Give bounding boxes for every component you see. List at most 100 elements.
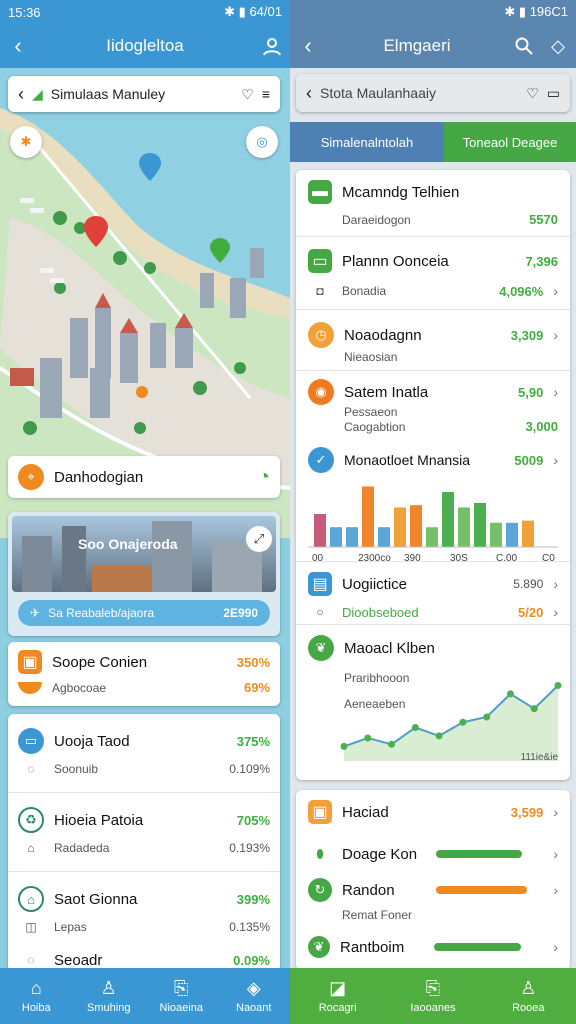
- target-icon: ◉: [308, 379, 334, 405]
- list-item-sub-row: ⌂ Radadeda 0.193%: [18, 841, 270, 855]
- item-title: Plannn Oonceia: [342, 252, 449, 270]
- share-icon[interactable]: ◇: [540, 36, 576, 57]
- summary-value: 3,599: [510, 804, 544, 820]
- chevron-right-icon[interactable]: ›: [553, 283, 558, 299]
- summary-item[interactable]: ❦ Rantboim ›: [296, 932, 570, 962]
- tab-degree[interactable]: Toneaol Deagee: [444, 122, 576, 162]
- search-bar[interactable]: ‹ ◢ Simulaas Manuley ♡ ≡: [8, 76, 280, 112]
- heart-icon[interactable]: ♡: [241, 86, 254, 103]
- item-row: ▤ Uogiictice 5.890 ›: [308, 572, 558, 596]
- chevron-right-icon[interactable]: ›: [553, 939, 558, 955]
- list-item[interactable]: ▬ Mcamndg Telhien Daraeidogon 5570: [296, 170, 570, 236]
- list-item[interactable]: ⌂ Saot Gionna 399% ◫ Lepas 0.135%: [8, 872, 280, 950]
- chevron-right-icon[interactable]: ›: [553, 327, 558, 343]
- item-sub2-value: 3,000: [525, 419, 558, 434]
- list-item[interactable]: ▤ Uogiictice 5.890 › ○ Dioobseboed 5/20 …: [296, 562, 570, 624]
- nav-issues[interactable]: ⎘ Iaooanes: [385, 968, 480, 1024]
- list-item[interactable]: ♻ Hioeia Patoia 705% ⌂ Radadeda 0.193%: [8, 793, 280, 871]
- chevron-right-icon[interactable]: ›: [553, 576, 558, 592]
- truck-icon: ▬: [308, 180, 332, 204]
- photo-pill[interactable]: ✈ Sa Reabaleb/ajaora 2E990: [18, 600, 270, 626]
- bar-chart-tick-label: 00: [312, 553, 324, 564]
- photo-card[interactable]: Soo Onajeroda ⤢ ✈ Sa Reabaleb/ajaora 2E9…: [8, 512, 280, 636]
- summary-title: Rantboim: [340, 938, 405, 956]
- locate-button[interactable]: ◎: [246, 126, 278, 158]
- item-sub-value: 4,096%: [499, 283, 544, 299]
- heart-icon[interactable]: ♡: [526, 85, 539, 102]
- chevron-right-icon[interactable]: ›: [553, 846, 558, 862]
- chevron-right-icon[interactable]: ›: [553, 882, 558, 898]
- search-icon[interactable]: [508, 37, 540, 55]
- nav-simulation[interactable]: ♙ Smuhing: [73, 968, 146, 1024]
- line-chart-point: [388, 740, 396, 748]
- chevron-right-icon[interactable]: ›: [553, 804, 558, 820]
- nav-scenarios[interactable]: ⎘ Nioaeina: [145, 968, 218, 1024]
- clock-icon: ◷: [308, 322, 334, 348]
- back-icon[interactable]: ‹: [306, 83, 312, 104]
- location-card[interactable]: ⌖ Danhodogian ◔: [8, 456, 280, 498]
- recycle-icon: ↻: [308, 878, 332, 902]
- window-icon[interactable]: ▭: [547, 85, 560, 102]
- bar-chart-bar: [378, 527, 390, 547]
- summary-item[interactable]: ↻ Randon › Remat Foner: [296, 874, 570, 932]
- city-photo: [12, 516, 276, 592]
- bar-chart-bar: [394, 507, 406, 547]
- list-item-row: ♻ Hioeia Patoia 705%: [18, 807, 270, 833]
- summary-card: ▣ Haciad 3,599 › ⬮ Doage Kon › ↻ Randon …: [296, 790, 570, 970]
- bar-chart-bar: [362, 486, 374, 547]
- list-item[interactable]: ❦ Maoacl Klben Praribhooon Aeneaeben 111…: [296, 625, 570, 775]
- summary-item[interactable]: ▣ Haciad 3,599 ›: [296, 790, 570, 834]
- nav-network[interactable]: ◈ Naoant: [218, 968, 291, 1024]
- menu-icon[interactable]: ≡: [262, 86, 270, 102]
- list-item[interactable]: ◷ Noaodagnn 3,309 › Nieaosian: [296, 310, 570, 370]
- list-item[interactable]: ▭ Plannn Oonceia 7,396 ◘ Bonadia 4,096% …: [296, 237, 570, 309]
- chevron-right-icon[interactable]: ›: [553, 452, 558, 468]
- app-bar: ‹ Iidogleltoa: [0, 24, 290, 68]
- bottom-nav: ◪ Rocagri ⎘ Iaooanes ♙ Rooea: [290, 968, 576, 1024]
- item-title: Satem Inatla: [344, 383, 429, 401]
- item-sub: Dioobseboed: [342, 604, 419, 620]
- item-row: ✓ Monaotloet Mnansia 5009 ›: [308, 447, 558, 473]
- nav-reports[interactable]: ◪ Rocagri: [290, 968, 385, 1024]
- list-item[interactable]: ◉ Satem Inatla 5,90 › Pessaeon Caogabtio…: [296, 371, 570, 441]
- scenario-title: Soope Conien: [52, 653, 148, 671]
- summary-title: Randon: [342, 881, 395, 899]
- small-icon: ◌: [27, 762, 35, 776]
- progress-bar: [434, 943, 522, 951]
- back-icon[interactable]: ‹: [18, 84, 24, 105]
- back-arrow-icon[interactable]: ‹: [290, 33, 326, 59]
- chevron-right-icon[interactable]: ›: [553, 604, 558, 620]
- chevron-right-icon[interactable]: ›: [553, 384, 558, 400]
- list-item[interactable]: ▭ Uooja Taod 375% ◌ Soonuib 0.109%: [8, 714, 280, 792]
- item-row: ◷ Noaodagnn 3,309 ›: [308, 322, 558, 348]
- expand-icon[interactable]: ⤢: [246, 526, 272, 552]
- item-title: Mcamndg Telhien: [342, 183, 460, 201]
- nav-home[interactable]: ⌂ Hoiba: [0, 968, 73, 1024]
- pill-value: 2E990: [223, 606, 258, 620]
- scenario-row: ▣ Soope Conien 350%: [18, 650, 270, 674]
- left-panel: 15:36 ✱ ▮ 64/01 ‹ Iidogleltoa ‹ ◢ Simula…: [0, 0, 290, 1024]
- bar-chart-bar: [474, 503, 486, 547]
- bus-icon: ▭: [308, 249, 332, 273]
- list-item[interactable]: ✓ Monaotloet Mnansia 5009 › 00 2300co 390 3…: [296, 441, 570, 564]
- layers-button[interactable]: ✱: [10, 126, 42, 158]
- item-value: 5570: [529, 212, 558, 227]
- bar-chart-bar: [442, 492, 454, 547]
- bar-chart-tick-label: 390: [404, 553, 421, 564]
- summary-item[interactable]: ⬮ Doage Kon ›: [296, 834, 570, 874]
- bar-chart-tick-label: C.00: [496, 553, 518, 564]
- user-icon[interactable]: [254, 36, 290, 56]
- bar-chart-bar: [506, 522, 518, 547]
- scenario-card[interactable]: ▣ Soope Conien 350% Agbocoae 69%: [8, 642, 280, 706]
- person-icon: ♙: [520, 978, 537, 998]
- list-item-sub-value: 0.109%: [229, 762, 270, 776]
- list-item-sub-row: ◌ Soonuib 0.109%: [18, 762, 270, 776]
- list-item[interactable]: ◌ Seoadr 0.09%: [8, 950, 280, 970]
- nav-profile[interactable]: ♙ Rooea: [481, 968, 576, 1024]
- home-icon: ⌂: [18, 886, 44, 912]
- timer-icon[interactable]: ◔: [258, 466, 270, 489]
- tab-simulation[interactable]: Simalenalntolah: [290, 122, 444, 162]
- search-bar[interactable]: ‹ Stota Maulanhaaiy ♡ ▭: [296, 74, 570, 112]
- bar-chart-bar: [314, 514, 326, 547]
- back-arrow-icon[interactable]: ‹: [0, 33, 36, 59]
